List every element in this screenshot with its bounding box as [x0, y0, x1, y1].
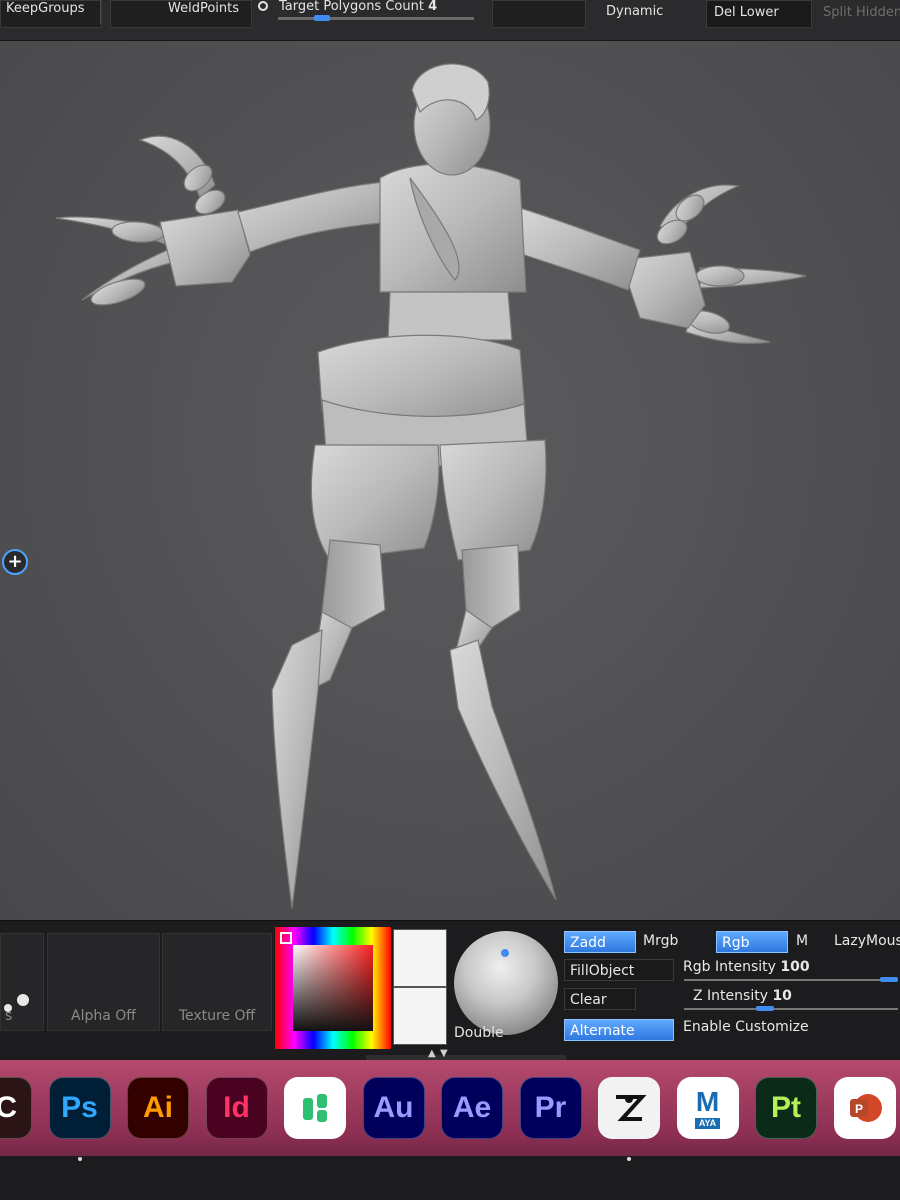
m-button[interactable]: M: [796, 933, 808, 949]
material-sphere[interactable]: [454, 931, 558, 1035]
divide-button[interactable]: [492, 0, 586, 28]
texture-slot[interactable]: Texture Off: [162, 933, 272, 1031]
creative-cloud-app-icon[interactable]: C: [0, 1077, 32, 1139]
target-polygons-slider-knob[interactable]: [314, 15, 330, 21]
main-color-swatch[interactable]: [393, 929, 447, 987]
alternate-button[interactable]: Alternate: [564, 1019, 674, 1041]
svg-text:P: P: [854, 1102, 862, 1116]
premiere-app-icon[interactable]: Pr: [519, 1077, 582, 1139]
illustrator-app-icon[interactable]: Ai: [127, 1077, 189, 1139]
bottom-shelf: s Alpha Off Texture Off Double Zadd Mrgb…: [0, 920, 900, 1061]
macos-dock: C Ps Ai Id Au Ae Pr M AYA Pt P: [0, 1060, 900, 1200]
running-indicator: [627, 1157, 631, 1161]
rgb-button[interactable]: Rgb: [716, 931, 788, 953]
lazymouse-button[interactable]: LazyMous: [834, 933, 900, 949]
sculpt-model: [55, 63, 807, 909]
rgb-intensity-slider[interactable]: [684, 979, 898, 981]
clear-button[interactable]: Clear: [564, 988, 636, 1010]
maya-app-icon[interactable]: M AYA: [676, 1077, 739, 1139]
painter-app-icon[interactable]: Pt: [755, 1077, 817, 1139]
z-intensity-value: 10: [772, 988, 792, 1004]
collapse-down-icon: ▼: [440, 1048, 448, 1059]
zadd-button[interactable]: Zadd: [564, 931, 636, 953]
mrgb-button[interactable]: Mrgb: [643, 933, 678, 949]
split-hidden-button[interactable]: Split Hidden: [823, 5, 900, 20]
stroke-label: s: [5, 1008, 13, 1024]
stroke-dot-icon: [17, 994, 29, 1006]
target-polygons-label: Target Polygons Count 4: [279, 0, 438, 14]
color-picker-marker-icon: [280, 932, 292, 944]
audition-app-icon[interactable]: Au: [362, 1077, 425, 1139]
target-polygons-value: 4: [428, 0, 438, 14]
secondary-color-swatch[interactable]: [393, 987, 447, 1045]
zbrush-app-icon[interactable]: [598, 1077, 660, 1139]
material-label: Double: [454, 1025, 504, 1041]
indesign-app-icon[interactable]: Id: [205, 1077, 268, 1139]
material-dot-icon: [501, 949, 509, 957]
toolbar-divider: [100, 0, 101, 24]
keep-groups-label: KeepGroups: [6, 1, 85, 16]
guru-app-app-icon[interactable]: [284, 1077, 346, 1139]
z-intensity-slider-knob[interactable]: [755, 1006, 774, 1011]
color-picker[interactable]: [275, 927, 391, 1049]
target-polygons-radio-icon[interactable]: [258, 1, 268, 11]
dock-shadow: [0, 1156, 900, 1200]
target-polygons-slider[interactable]: [278, 17, 474, 20]
del-lower-label: Del Lower: [714, 5, 779, 20]
photoshop-app-icon[interactable]: Ps: [48, 1077, 111, 1139]
enable-customize-button[interactable]: Enable Customize: [683, 1019, 809, 1035]
rgb-intensity-label: Rgb Intensity 100: [683, 959, 810, 975]
stroke-slot[interactable]: s: [0, 933, 44, 1031]
sculpt-viewport[interactable]: +: [0, 41, 900, 920]
top-toolbar: KeepGroups WeldPoints Target Polygons Co…: [0, 0, 900, 41]
plus-circle-icon[interactable]: +: [2, 549, 28, 575]
after-effects-app-icon[interactable]: Ae: [441, 1077, 503, 1139]
rgb-intensity-slider-knob[interactable]: [880, 977, 898, 982]
dynamic-button[interactable]: Dynamic: [606, 4, 663, 19]
z-intensity-label: Z Intensity 10: [693, 988, 792, 1004]
texture-label: Texture Off: [178, 1008, 256, 1024]
color-picker-square[interactable]: [293, 945, 373, 1031]
z-intensity-slider[interactable]: [684, 1008, 898, 1010]
alpha-slot[interactable]: Alpha Off: [47, 933, 160, 1031]
powerpoint-app-icon[interactable]: P: [833, 1077, 896, 1139]
rgb-intensity-value: 100: [780, 959, 810, 975]
running-indicator: [77, 1157, 82, 1161]
weld-points-label: WeldPoints: [168, 1, 240, 16]
collapse-up-icon: ▲: [428, 1048, 436, 1059]
fill-object-button[interactable]: FillObject: [564, 959, 674, 981]
alpha-label: Alpha Off: [71, 1008, 136, 1024]
